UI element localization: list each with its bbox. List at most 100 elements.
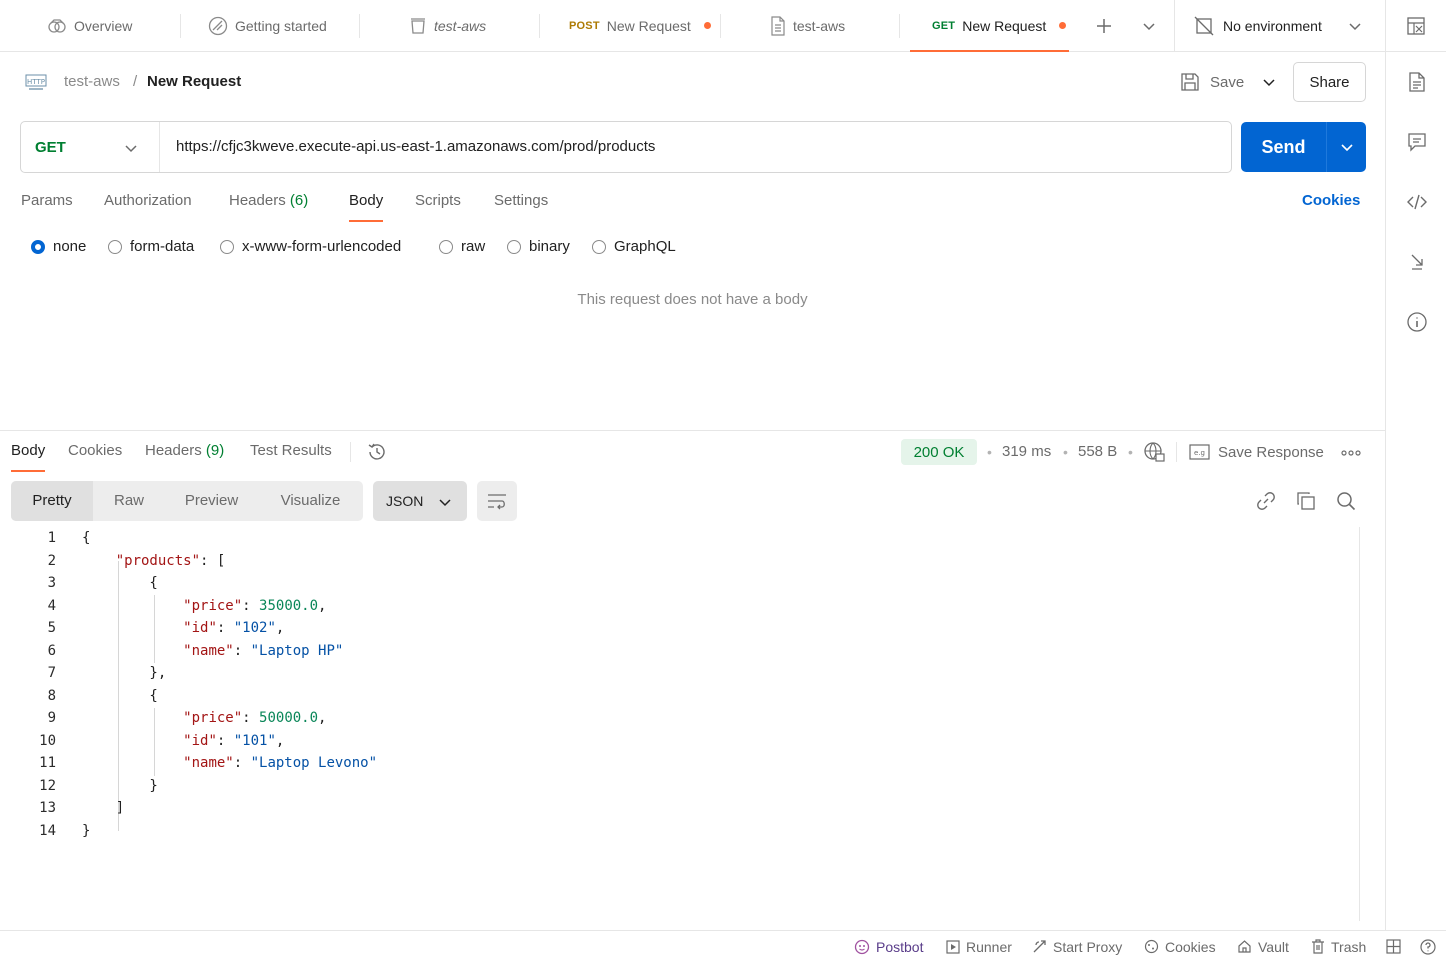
tab-overflow-button[interactable]: [1140, 17, 1158, 35]
response-tab-cookies[interactable]: Cookies: [68, 442, 122, 470]
code-icon: [1407, 194, 1427, 210]
postbot-button[interactable]: Postbot: [854, 931, 923, 962]
save-options-button[interactable]: [1260, 73, 1278, 91]
trash-button[interactable]: Trash: [1311, 931, 1366, 962]
new-tab-button[interactable]: [1094, 16, 1114, 36]
start-proxy-button[interactable]: Start Proxy: [1032, 931, 1122, 962]
body-type-urlencoded-label: x-www-form-urlencoded: [242, 238, 402, 255]
tab-headers[interactable]: Headers (6): [229, 192, 308, 220]
environment-quick-look-button[interactable]: [1406, 16, 1426, 36]
code-token: "price": [183, 597, 243, 614]
code-token: 50000.0: [259, 710, 319, 726]
radio-unselected: [108, 239, 122, 254]
tab-post-new-request[interactable]: POST New Request: [569, 0, 721, 51]
chevron-down-icon: [1349, 22, 1361, 30]
postbot-label: Postbot: [876, 938, 924, 955]
vault-label: Vault: [1258, 938, 1289, 955]
view-visualize[interactable]: Visualize: [258, 481, 363, 521]
tab-get-new-request[interactable]: GET New Request: [910, 0, 1069, 52]
code-token: "101": [233, 732, 276, 749]
footer-cookies-label: Cookies: [1165, 938, 1216, 955]
tab-get-label: New Request: [962, 17, 1047, 34]
tab-collection-test-aws[interactable]: test-aws: [409, 0, 540, 51]
send-options-button[interactable]: [1327, 122, 1366, 172]
body-type-binary[interactable]: binary: [507, 238, 570, 255]
comments-button[interactable]: [1406, 131, 1428, 153]
response-time[interactable]: 319 ms: [1002, 443, 1051, 460]
format-selector[interactable]: JSON: [373, 481, 467, 521]
response-history-button[interactable]: [366, 441, 388, 463]
tab-separator: [180, 14, 181, 38]
body-type-urlencoded[interactable]: x-www-form-urlencoded: [220, 238, 401, 255]
status-code: 200 OK: [913, 443, 965, 461]
body-type-raw[interactable]: raw: [439, 238, 485, 255]
vault-button[interactable]: Vault: [1237, 931, 1289, 962]
response-meta-separator: [1176, 442, 1177, 462]
wrap-lines-button[interactable]: [477, 481, 517, 521]
view-pretty[interactable]: Pretty: [11, 481, 93, 521]
info-button[interactable]: [1406, 311, 1428, 333]
tab-params[interactable]: Params: [21, 192, 73, 220]
documentation-button[interactable]: [1406, 71, 1428, 93]
body-type-graphql[interactable]: GraphQL: [592, 238, 676, 255]
tab-body[interactable]: Body: [349, 192, 384, 222]
line-number: 11: [39, 755, 56, 771]
tab-settings[interactable]: Settings: [494, 192, 548, 220]
line-content: }: [82, 820, 90, 842]
method-selector[interactable]: GET: [21, 122, 160, 172]
tab-scripts[interactable]: Scripts: [415, 192, 461, 220]
response-size[interactable]: 558 B: [1078, 443, 1117, 460]
response-divider[interactable]: [0, 430, 1385, 431]
response-tab-headers[interactable]: Headers (9): [145, 442, 224, 470]
cookies-link[interactable]: Cookies: [1302, 192, 1360, 220]
code-token: ,: [318, 710, 327, 726]
line-number: 1: [47, 530, 56, 546]
code-token: "id": [183, 620, 217, 636]
save-response-button[interactable]: e.g Save Response: [1189, 441, 1329, 463]
copy-link-button[interactable]: [1256, 491, 1276, 511]
help-button[interactable]: [1420, 939, 1436, 955]
tab-test-aws-doc[interactable]: test-aws: [770, 0, 900, 51]
copy-button[interactable]: [1296, 491, 1316, 511]
line-number: 7: [47, 665, 56, 681]
breadcrumb-request-title[interactable]: New Request: [147, 73, 241, 90]
vault-icon: [1238, 940, 1251, 953]
breadcrumb-collection[interactable]: test-aws: [64, 73, 120, 90]
proxy-icon: [1033, 940, 1046, 953]
code-snippet-button[interactable]: [1406, 191, 1428, 213]
save-button[interactable]: Save: [1180, 70, 1248, 94]
send-button[interactable]: Send: [1241, 122, 1326, 172]
share-button[interactable]: Share: [1293, 62, 1366, 102]
view-raw[interactable]: Raw: [93, 481, 165, 521]
environment-selector[interactable]: No environment: [1194, 0, 1369, 51]
code-scrollbar-track[interactable]: [1359, 527, 1360, 921]
line-content: }: [82, 775, 157, 797]
get-method-badge: GET: [932, 19, 956, 32]
footer-cookies-button[interactable]: Cookies: [1144, 931, 1216, 962]
tab-overview[interactable]: Overview: [47, 0, 181, 51]
line-number: 5: [47, 620, 56, 636]
runner-icon: [946, 939, 960, 954]
layout-toggle-button[interactable]: [1386, 939, 1401, 954]
network-info-button[interactable]: [1143, 441, 1165, 463]
documentation-icon: [1409, 72, 1425, 92]
response-tab-test-results[interactable]: Test Results: [250, 442, 332, 470]
body-type-none[interactable]: none: [31, 238, 86, 255]
body-type-form-data[interactable]: form-data: [108, 238, 194, 255]
view-preview[interactable]: Preview: [165, 481, 258, 521]
code-line: 6 "name": "Laptop HP": [0, 640, 1360, 662]
tab-authorization[interactable]: Authorization: [104, 192, 192, 220]
tab-getting-started[interactable]: Getting started: [208, 0, 360, 51]
search-button[interactable]: [1336, 491, 1356, 511]
runner-button[interactable]: Runner: [946, 931, 1012, 962]
tab-separator: [539, 14, 540, 38]
line-number: 12: [39, 777, 56, 794]
response-more-button[interactable]: [1341, 449, 1361, 457]
url-input[interactable]: https://cfjc3kweve.execute-api.us-east-1…: [176, 122, 1216, 172]
response-tab-body[interactable]: Body: [11, 442, 46, 472]
status-badge[interactable]: 200 OK: [901, 439, 977, 465]
related-collections-button[interactable]: [1406, 251, 1428, 273]
no-environment-icon: [1194, 16, 1214, 35]
share-label: Share: [1309, 73, 1350, 91]
